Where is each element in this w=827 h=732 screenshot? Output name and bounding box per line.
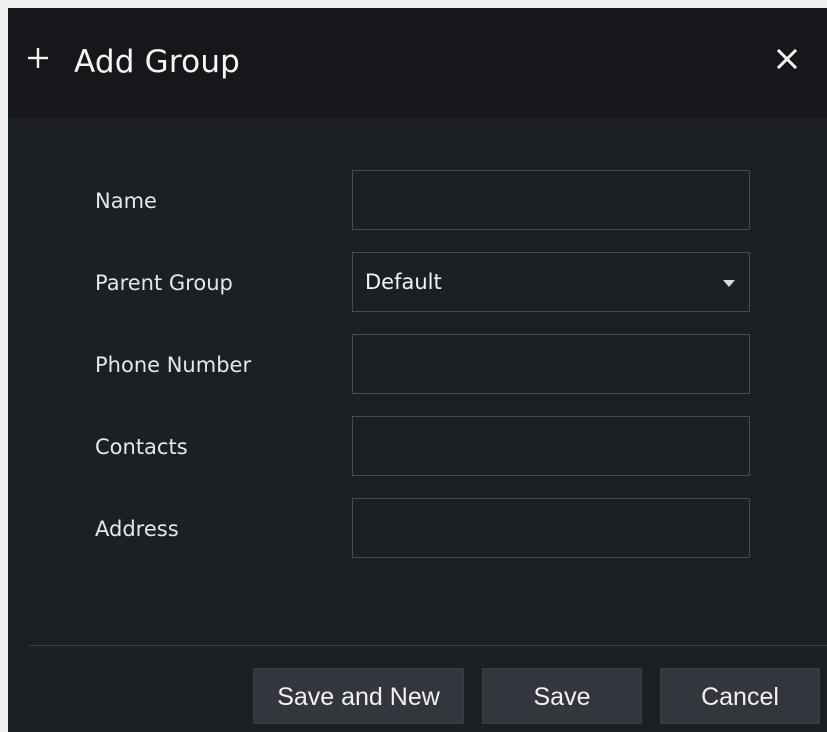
phone-number-row: Phone Number (8, 334, 827, 394)
save-and-new-button[interactable]: Save and New (253, 668, 464, 724)
parent-group-label: Parent Group (95, 271, 233, 295)
contacts-input[interactable] (352, 416, 750, 476)
close-icon[interactable] (776, 48, 798, 74)
contacts-label: Contacts (95, 435, 188, 459)
name-row: Name (8, 170, 827, 230)
dialog-body: Name Parent Group Default Phone Number C… (8, 118, 827, 645)
close-button[interactable] (770, 44, 804, 78)
chevron-down-icon[interactable] (723, 279, 735, 287)
name-input[interactable] (352, 170, 750, 230)
name-label: Name (95, 189, 157, 213)
parent-group-value: Default (365, 270, 442, 294)
save-button[interactable]: Save (482, 668, 642, 724)
dialog-title: Add Group (74, 44, 241, 80)
phone-number-input[interactable] (352, 334, 750, 394)
phone-number-label: Phone Number (95, 353, 252, 377)
parent-group-select[interactable]: Default (352, 252, 750, 312)
dialog-footer: Save and New Save Cancel (8, 646, 827, 732)
contacts-row: Contacts (8, 416, 827, 476)
cancel-button[interactable]: Cancel (660, 668, 820, 724)
add-group-dialog: Add Group Name Parent Group Default Phon… (8, 8, 827, 732)
address-row: Address (8, 498, 827, 558)
plus-icon (28, 48, 48, 68)
parent-group-row: Parent Group Default (8, 252, 827, 312)
address-label: Address (95, 517, 179, 541)
dialog-header: Add Group (8, 8, 827, 118)
address-input[interactable] (352, 498, 750, 558)
